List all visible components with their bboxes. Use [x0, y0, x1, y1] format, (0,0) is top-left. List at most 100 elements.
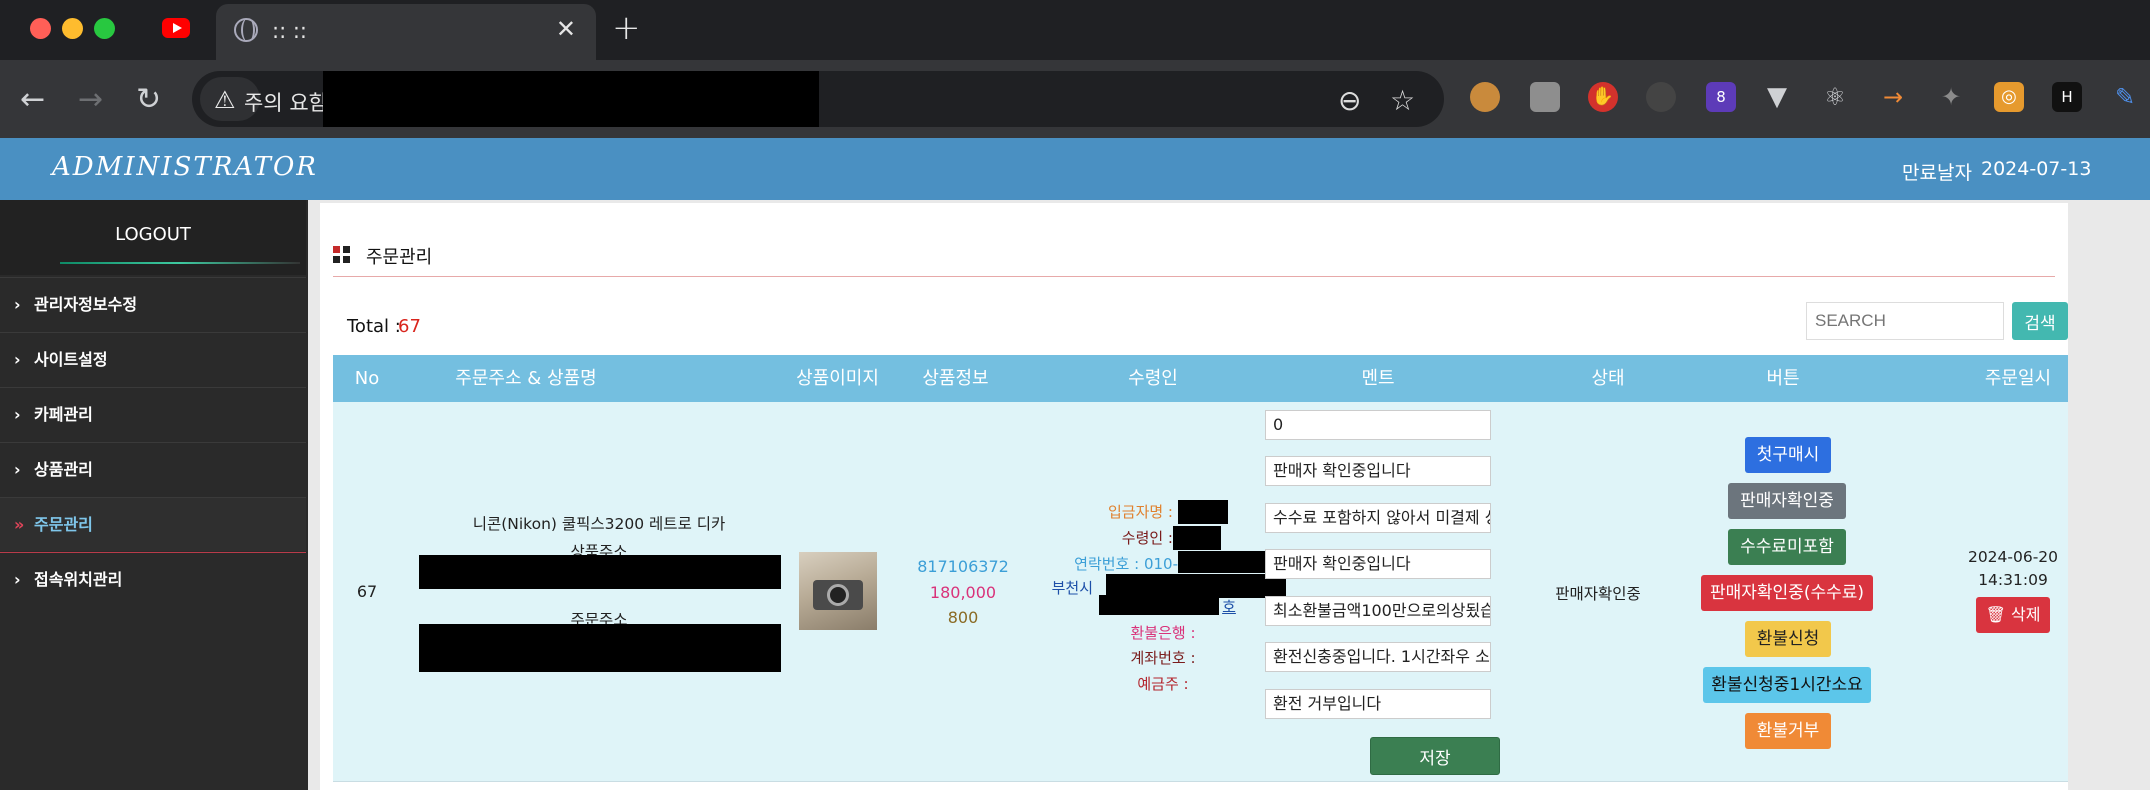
refund-pending-button[interactable]: 환불신청중1시간소요: [1703, 667, 1871, 703]
ment-field[interactable]: 환전 거부입니다: [1265, 689, 1491, 719]
column-header-image: 상품이미지: [796, 368, 879, 389]
security-chip-label: 주의 요함: [244, 91, 328, 115]
receiver-redacted: [1173, 526, 1221, 550]
seller-checking-button[interactable]: 판매자확인중: [1728, 483, 1846, 519]
chevron-right-icon: ›: [14, 350, 21, 369]
order-panel: 주문관리 Total : 67 검색 No 주문주소 & 상품명 상품이미지 상…: [320, 203, 2068, 790]
arrow-extension-icon[interactable]: →: [1878, 82, 1908, 112]
graduation-extension-icon[interactable]: 8: [1706, 82, 1736, 112]
minimize-window-button[interactable]: [62, 18, 83, 39]
depositor-label: 입금자명 :: [1107, 503, 1173, 521]
logout-divider: [60, 262, 300, 264]
warning-icon: ⚠: [214, 86, 236, 114]
chevron-right-icon: ›: [14, 570, 21, 589]
address-bar[interactable]: ⚠ 주의 요함 ⊖ ☆: [192, 71, 1444, 127]
first-purchase-button[interactable]: 첫구매시: [1745, 437, 1831, 473]
orange-extension-icon[interactable]: ◎: [1994, 82, 2024, 112]
refund-reject-button[interactable]: 환불거부: [1745, 713, 1831, 749]
reload-icon[interactable]: ↻: [136, 82, 161, 117]
column-header-status: 상태: [1591, 368, 1625, 389]
security-chip[interactable]: ⚠ 주의 요함: [200, 77, 328, 121]
depositor-redacted: [1178, 500, 1228, 524]
youtube-tab-icon[interactable]: [162, 18, 190, 38]
sidebar-item-label: 카페관리: [34, 405, 93, 424]
sidebar-item-admin-info[interactable]: › 관리자정보수정: [0, 277, 306, 331]
ment-field[interactable]: 판매자 확인중입니다: [1265, 456, 1491, 486]
phone-label: 연락번호 : 010-: [1074, 555, 1178, 573]
column-header-recipient: 수령인: [1128, 368, 1178, 389]
product-image[interactable]: [799, 552, 877, 630]
hat-extension-icon[interactable]: [1646, 82, 1676, 112]
h-extension-icon[interactable]: H: [2052, 82, 2082, 112]
ment-field[interactable]: 수수료 포함하지 않아서 미결제 상태로 되였습니다: [1265, 503, 1491, 533]
search-button[interactable]: 검색: [2012, 302, 2068, 340]
expiry-label: 만료날자: [1902, 162, 1972, 184]
react-extension-icon[interactable]: ⚛: [1820, 82, 1850, 112]
lens-shape: [827, 584, 849, 606]
camera-extension-icon[interactable]: [1530, 82, 1560, 112]
sidebar-item-label: 접속위치관리: [34, 570, 123, 589]
active-tab[interactable]: :: :: ✕: [216, 4, 596, 60]
column-header-order-date: 주문일시: [1984, 368, 2052, 389]
product-fee: 800: [947, 608, 979, 627]
product-address-redacted: [419, 555, 781, 589]
holder-label: 예금주 :: [1137, 675, 1189, 693]
address-tail: 호: [1222, 598, 1236, 616]
phone-redacted: [1178, 551, 1268, 573]
vue-extension-icon[interactable]: ▼: [1762, 82, 1792, 112]
address-redacted-2: [1099, 595, 1219, 615]
bookmark-star-icon[interactable]: ☆: [1390, 84, 1415, 117]
pen-extension-icon[interactable]: ✎: [2110, 82, 2140, 112]
admin-header: ADMINISTRATOR 만료날자 2024-07-13: [0, 138, 2150, 200]
ment-field[interactable]: 최소환불금액100만으로의상됬습니다 죄송합니다: [1265, 596, 1491, 626]
new-tab-button[interactable]: +: [612, 8, 641, 48]
browser-toolbar: ← → ↻ ⚠ 주의 요함 ⊖ ☆ ✋ 8 ▼ ⚛ → ✦ ◎ H ✎: [0, 60, 2150, 138]
maximize-window-button[interactable]: [94, 18, 115, 39]
table-header: No 주문주소 & 상품명 상품이미지 상품정보 수령인 멘트 상태 버튼 주문…: [333, 355, 2068, 402]
sidebar-item-label: 관리자정보수정: [34, 295, 138, 314]
tab-title: :: ::: [272, 19, 307, 43]
cookie-extension-icon[interactable]: [1470, 82, 1500, 112]
hand-extension-icon[interactable]: ✋: [1588, 82, 1618, 112]
sidebar-item-access-location[interactable]: › 접속위치관리: [0, 552, 306, 606]
search-input[interactable]: [1806, 302, 2004, 340]
back-icon[interactable]: ←: [20, 82, 45, 117]
sidebar-item-cafe[interactable]: › 카페관리: [0, 387, 306, 441]
sidebar-item-products[interactable]: › 상품관리: [0, 442, 306, 496]
close-tab-icon[interactable]: ✕: [556, 15, 576, 43]
forward-icon[interactable]: →: [78, 82, 103, 117]
globe-icon: [234, 18, 258, 42]
sidebar: LOGOUT › 관리자정보수정 › 사이트설정 › 카페관리 › 상품관리 »…: [0, 200, 308, 790]
refund-bank-label: 환불은행 :: [1130, 624, 1196, 642]
fee-not-included-button[interactable]: 수수료미포함: [1728, 529, 1846, 565]
zoom-out-icon[interactable]: ⊖: [1338, 84, 1361, 117]
chevron-right-icon: ›: [14, 405, 21, 424]
browser-tabstrip: :: :: ✕ +: [0, 0, 2150, 60]
sidebar-item-orders[interactable]: » 주문관리: [0, 497, 306, 551]
save-button[interactable]: 저장: [1370, 737, 1500, 775]
ment-field[interactable]: 0: [1265, 410, 1491, 440]
ment-field[interactable]: 환전신충중입니다. 1시간좌우 소요됩니다: [1265, 642, 1491, 672]
close-window-button[interactable]: [30, 18, 51, 39]
title-divider: [333, 276, 2055, 277]
double-chevron-right-icon: »: [14, 515, 25, 534]
seller-checking-fee-button[interactable]: 판매자확인중(수수료): [1701, 575, 1873, 611]
column-header-product-info: 상품정보: [922, 368, 989, 389]
total-label: Total :: [347, 316, 401, 337]
address-label: 부천시: [1051, 579, 1093, 597]
puzzle-extension-icon[interactable]: ✦: [1936, 82, 1966, 112]
expiry-date: 2024-07-13: [1981, 158, 2092, 180]
product-price: 180,000: [929, 583, 997, 602]
receiver-label: 수령인 :: [1121, 529, 1173, 547]
account-label: 계좌번호 :: [1130, 649, 1196, 667]
ment-field[interactable]: 판매자 확인중입니다: [1265, 549, 1491, 579]
sidebar-item-site-settings[interactable]: › 사이트설정: [0, 332, 306, 386]
url-redacted: [323, 71, 819, 127]
order-no: 67: [356, 582, 378, 601]
delete-button[interactable]: 🗑 삭제: [1976, 597, 2050, 633]
brand-logo[interactable]: ADMINISTRATOR: [52, 152, 318, 182]
sidebar-item-label: 사이트설정: [34, 350, 108, 369]
refund-request-button[interactable]: 환불신청: [1745, 621, 1831, 657]
main-content: 주문관리 Total : 67 검색 No 주문주소 & 상품명 상품이미지 상…: [308, 200, 2150, 790]
order-time: 14:31:09: [1978, 571, 2048, 589]
